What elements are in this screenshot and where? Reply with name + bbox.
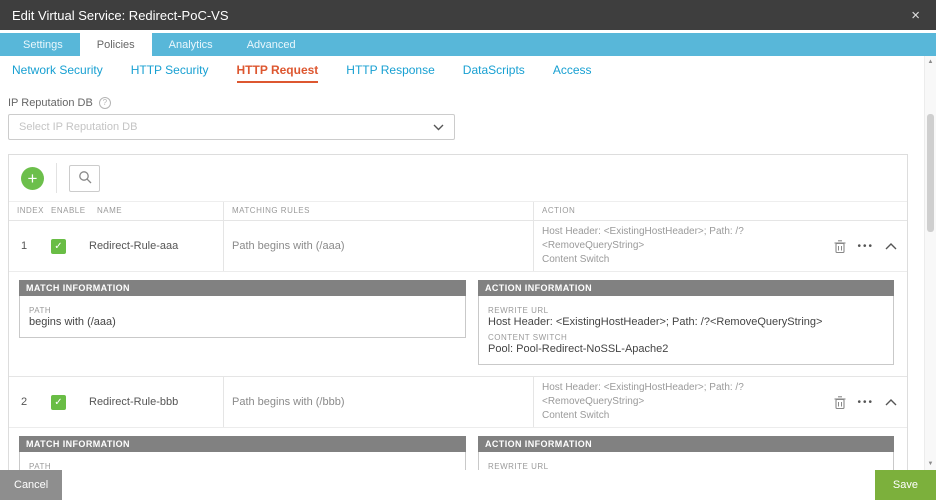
grid-toolbar: + [9,155,907,201]
more-options-icon[interactable]: ••• [857,397,874,408]
rewrite-url-value: Host Header: <ExistingHostHeader>; Path:… [488,316,884,328]
action-information-body: REWRITE URL Host Header: <ExistingHostHe… [478,296,894,365]
row-icons: ••• [834,396,901,409]
match-information-header: MATCH INFORMATION [19,280,466,296]
tab-advanced[interactable]: Advanced [230,33,313,56]
scroll-up-icon[interactable]: ▲ [925,59,936,65]
rule-matching-rules: Path begins with (/aaa) [223,221,533,271]
path-value: begins with (/aaa) [29,316,456,328]
scrollbar-thumb[interactable] [927,114,934,232]
content-switch-value: Pool: Pool-Redirect-NoSSL-Apache2 [488,343,884,355]
path-label: PATH [29,306,456,315]
action-line2: Content Switch [542,409,834,423]
match-information-body: PATH begins with (/bbb) [19,452,466,470]
row-enable-cell: ✓ [43,239,89,254]
rule-detail-panel: MATCH INFORMATION PATH begins with (/aaa… [9,271,907,376]
subtab-http-request[interactable]: HTTP Request [237,59,319,83]
rule-action-text: Host Header: <ExistingHostHeader>; Path:… [542,225,834,267]
table-row: 2 ✓ Redirect-Rule-bbb Path begins with (… [9,376,907,427]
chevron-down-icon [433,124,444,131]
tab-analytics[interactable]: Analytics [152,33,230,56]
ip-reputation-placeholder: Select IP Reputation DB [19,121,137,133]
main-tab-bar: Settings Policies Analytics Advanced [0,33,936,56]
column-header-name: NAME [89,202,223,220]
rule-name: Redirect-Rule-bbb [89,396,223,408]
rule-action-cell: Host Header: <ExistingHostHeader>; Path:… [533,377,907,427]
row-index: 1 [9,240,43,252]
modal-header: Edit Virtual Service: Redirect-PoC-VS × [0,0,936,30]
add-rule-button[interactable]: + [21,167,44,190]
action-information-panel: ACTION INFORMATION REWRITE URL Host Head… [478,280,894,365]
close-icon[interactable]: × [907,7,924,24]
tab-policies[interactable]: Policies [80,33,152,56]
row-index: 2 [9,396,43,408]
vertical-scrollbar[interactable]: ▲ ▼ [924,56,936,470]
action-information-header: ACTION INFORMATION [478,436,894,452]
row-enable-cell: ✓ [43,395,89,410]
chevron-up-icon[interactable] [885,399,897,406]
modal-title: Edit Virtual Service: Redirect-PoC-VS [12,8,907,23]
save-button[interactable]: Save [875,470,936,500]
action-information-header: ACTION INFORMATION [478,280,894,296]
rule-detail-panel: MATCH INFORMATION PATH begins with (/bbb… [9,427,907,470]
trash-icon[interactable] [834,240,846,253]
rewrite-url-label: REWRITE URL [488,306,884,315]
column-header-matching-rules: MATCHING RULES [223,202,533,220]
row-icons: ••• [834,240,901,253]
tab-settings[interactable]: Settings [6,33,80,56]
policies-subtab-bar: Network Security HTTP Security HTTP Requ… [0,56,936,83]
rule-action-text: Host Header: <ExistingHostHeader>; Path:… [542,381,834,423]
subtab-access[interactable]: Access [553,59,592,83]
column-header-index: INDEX [9,202,43,220]
rewrite-url-label: REWRITE URL [488,462,884,470]
modal-footer: Cancel Save [0,470,936,500]
trash-icon[interactable] [834,396,846,409]
toolbar-divider [56,163,57,193]
enable-checkbox[interactable]: ✓ [51,239,66,254]
content-switch-label: CONTENT SWITCH [488,333,884,342]
help-icon[interactable]: ? [99,97,111,109]
scroll-content: IP Reputation DB ? Select IP Reputation … [0,97,936,470]
rule-action-cell: Host Header: <ExistingHostHeader>; Path:… [533,221,907,271]
action-information-panel: ACTION INFORMATION REWRITE URL Host Head… [478,436,894,470]
action-line1: Host Header: <ExistingHostHeader>; Path:… [542,225,834,253]
enable-checkbox[interactable]: ✓ [51,395,66,410]
column-header-enable: ENABLE [43,202,89,220]
match-information-panel: MATCH INFORMATION PATH begins with (/bbb… [19,436,466,470]
cancel-button[interactable]: Cancel [0,470,62,500]
action-line1: Host Header: <ExistingHostHeader>; Path:… [542,381,834,409]
action-information-body: REWRITE URL Host Header: <ExistingHostHe… [478,452,894,470]
rule-name: Redirect-Rule-aaa [89,240,223,252]
scroll-down-icon[interactable]: ▼ [925,461,936,467]
subtab-http-security[interactable]: HTTP Security [131,59,209,83]
search-button[interactable] [69,165,100,192]
subtab-network-security[interactable]: Network Security [12,59,103,83]
match-information-body: PATH begins with (/aaa) [19,296,466,338]
table-row: 1 ✓ Redirect-Rule-aaa Path begins with (… [9,220,907,271]
action-line2: Content Switch [542,253,834,267]
rules-grid: + INDEX ENABLE NAME MATCHING RULES ACTIO… [8,154,908,470]
ip-reputation-label: IP Reputation DB [8,97,93,109]
chevron-up-icon[interactable] [885,243,897,250]
subtab-http-response[interactable]: HTTP Response [346,59,434,83]
content-area: Network Security HTTP Security HTTP Requ… [0,56,936,470]
ip-reputation-label-row: IP Reputation DB ? [8,97,908,109]
table-header-row: INDEX ENABLE NAME MATCHING RULES ACTION [9,201,907,220]
ip-reputation-dropdown[interactable]: Select IP Reputation DB [8,114,455,140]
more-options-icon[interactable]: ••• [857,241,874,252]
rule-matching-rules: Path begins with (/bbb) [223,377,533,427]
match-information-header: MATCH INFORMATION [19,436,466,452]
path-label: PATH [29,462,456,470]
subtab-datascripts[interactable]: DataScripts [463,59,525,83]
column-header-action: ACTION [533,202,907,220]
search-icon [78,170,92,187]
match-information-panel: MATCH INFORMATION PATH begins with (/aaa… [19,280,466,365]
